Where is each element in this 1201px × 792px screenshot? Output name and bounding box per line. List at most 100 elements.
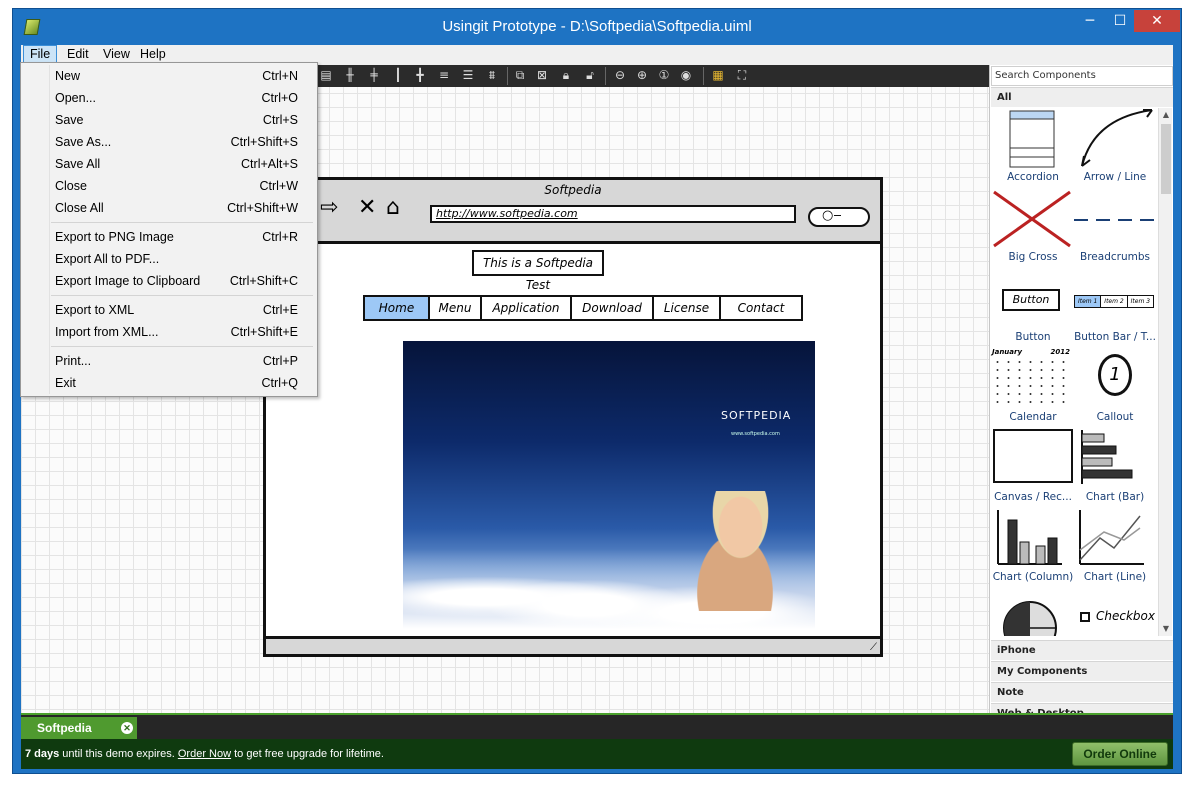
- image-brand-text: SOFTPEDIA: [721, 409, 792, 422]
- distribute-icon[interactable]: ☰: [461, 68, 475, 83]
- component-button[interactable]: Button Button: [992, 268, 1074, 348]
- align-center-icon[interactable]: ╫: [343, 68, 357, 83]
- menu-item-label: Close All: [55, 201, 104, 215]
- zoom-fit-icon[interactable]: ◉: [679, 68, 693, 83]
- file-menu-item[interactable]: Exit Ctrl+Q: [21, 372, 317, 394]
- title-bar[interactable]: Usingit Prototype - D:\Softpedia\Softped…: [13, 9, 1181, 45]
- component-big-cross[interactable]: Big Cross: [992, 188, 1074, 268]
- align-right-icon[interactable]: ╪: [367, 68, 381, 83]
- close-tab-icon[interactable]: ✕: [121, 722, 133, 734]
- component-search-input[interactable]: Search Components: [991, 66, 1173, 86]
- days-remaining: 7 days: [25, 748, 60, 760]
- file-menu-item[interactable]: New Ctrl+N: [21, 65, 317, 87]
- component-calendar[interactable]: January 2012 Calendar: [992, 348, 1074, 428]
- order-online-button[interactable]: Order Online: [1072, 742, 1168, 766]
- button-bar-item: Item 3: [1130, 298, 1151, 305]
- unlock-icon[interactable]: 🔓︎: [583, 68, 597, 83]
- minimize-button[interactable]: ─: [1076, 10, 1104, 32]
- file-menu-item[interactable]: Export Image to Clipboard Ctrl+Shift+C: [21, 270, 317, 292]
- sketch-search-field: ○‒: [808, 207, 870, 227]
- menu-item-shortcut: Ctrl+Shift+W: [227, 201, 298, 215]
- sketch-label: This is a Softpedia Test: [472, 250, 604, 292]
- component-label: Big Cross: [1008, 251, 1058, 263]
- zoom-out-icon[interactable]: ⊖: [613, 68, 627, 83]
- category-all[interactable]: All: [991, 87, 1173, 107]
- component-checkbox[interactable]: Checkbox: [1074, 588, 1156, 636]
- component-label: Chart (Line): [1083, 571, 1147, 583]
- file-menu-dropdown: New Ctrl+N Open... Ctrl+O Save Ctrl+S Save As.…: [20, 62, 318, 397]
- file-menu-item[interactable]: Export All to PDF...: [21, 248, 317, 270]
- close-button[interactable]: ✕: [1134, 10, 1180, 32]
- zoom-actual-icon[interactable]: ①: [657, 68, 671, 83]
- component-label: Button: [1015, 331, 1051, 343]
- component-chart-line[interactable]: Chart (Line): [1074, 508, 1156, 588]
- window-title: Usingit Prototype - D:\Softpedia\Softped…: [442, 18, 752, 35]
- file-menu-item[interactable]: Save As... Ctrl+Shift+S: [21, 131, 317, 153]
- calendar-grid: [992, 358, 1070, 406]
- component-label: Chart (Bar): [1085, 491, 1145, 503]
- file-menu-item[interactable]: Close Ctrl+W: [21, 175, 317, 197]
- align-left-icon[interactable]: ▤: [319, 68, 333, 83]
- scroll-down-icon[interactable]: ▼: [1159, 622, 1173, 636]
- component-accordion[interactable]: Accordion: [992, 108, 1074, 188]
- chart-line-thumb: [1079, 510, 1144, 565]
- sketch-browser-window[interactable]: Softpedia ⇨ ✕ ⌂ http://www.softpedia.com…: [263, 177, 883, 657]
- distribute-vertical-icon[interactable]: ⩩: [485, 68, 499, 83]
- category-my-components[interactable]: My Components: [991, 661, 1173, 681]
- menu-item-label: Close: [55, 179, 87, 193]
- menu-item-shortcut: Ctrl+W: [259, 179, 298, 193]
- component-canvas-rectangle[interactable]: Canvas / Rec...: [992, 428, 1074, 508]
- component-callout[interactable]: 1 Callout: [1074, 348, 1156, 428]
- lock-icon[interactable]: 🔒︎: [559, 68, 573, 83]
- file-menu-item[interactable]: Import from XML... Ctrl+Shift+E: [21, 321, 317, 343]
- component-breadcrumbs[interactable]: Breadcrumbs: [1074, 188, 1156, 268]
- status-text-1: until this demo expires.: [59, 748, 178, 760]
- file-menu-item[interactable]: Print... Ctrl+P: [21, 350, 317, 372]
- component-chart-bar[interactable]: Chart (Bar): [1074, 428, 1156, 508]
- menu-item-shortcut: Ctrl+Shift+E: [230, 325, 298, 339]
- component-button-bar[interactable]: Item 1 Item 2 Item 3 Button Bar / T...: [1074, 268, 1156, 348]
- bottom-bar: Softpedia ✕ 7 days until this demo expir…: [21, 713, 1173, 769]
- sketch-menu-home: Home: [365, 297, 430, 319]
- scroll-up-icon[interactable]: ▲: [1159, 108, 1173, 122]
- fullscreen-icon[interactable]: ⛶: [735, 68, 749, 83]
- category-iphone[interactable]: iPhone: [991, 640, 1173, 660]
- align-bottom-icon[interactable]: ≡: [437, 68, 451, 83]
- menu-item-shortcut: Ctrl+Alt+S: [241, 157, 298, 171]
- sketch-status-bar: ⟋: [266, 636, 880, 654]
- component-arrow-line[interactable]: Arrow / Line: [1074, 108, 1156, 188]
- menu-item-shortcut: Ctrl+Shift+S: [230, 135, 298, 149]
- component-label: Chart (Column): [992, 571, 1074, 583]
- category-web-desktop[interactable]: Web & Desktop: [991, 703, 1173, 713]
- menu-item-label: Save: [55, 113, 84, 127]
- checkbox-thumb: Checkbox: [1074, 588, 1156, 636]
- component-label: Calendar: [1009, 411, 1057, 423]
- file-menu-item[interactable]: Close All Ctrl+Shift+W: [21, 197, 317, 219]
- button-bar-item: Item 2: [1101, 296, 1128, 307]
- component-list: Accordion Arrow / Line Big Cross Breadcr…: [990, 108, 1158, 636]
- callout-number: 1: [1098, 354, 1132, 396]
- file-menu-item[interactable]: Export to XML Ctrl+E: [21, 299, 317, 321]
- chart-column-thumb: [997, 510, 1062, 565]
- component-chart-pie[interactable]: [992, 588, 1074, 636]
- document-tab[interactable]: Softpedia ✕: [21, 717, 137, 739]
- file-menu-item[interactable]: Open... Ctrl+O: [21, 87, 317, 109]
- maximize-button[interactable]: ☐: [1106, 10, 1134, 32]
- group-icon[interactable]: ⧉: [513, 68, 527, 83]
- file-menu-item[interactable]: Export to PNG Image Ctrl+R: [21, 226, 317, 248]
- file-menu-item[interactable]: Save All Ctrl+Alt+S: [21, 153, 317, 175]
- file-menu-item[interactable]: Save Ctrl+S: [21, 109, 317, 131]
- toolbar-separator: [605, 67, 606, 85]
- toolbar-separator: [507, 67, 508, 85]
- zoom-in-icon[interactable]: ⊕: [635, 68, 649, 83]
- sketch-menu-bar: Home Menu Application Download License C…: [363, 295, 803, 321]
- align-top-icon[interactable]: ┃: [391, 68, 405, 83]
- component-list-scrollbar[interactable]: ▲ ▼: [1158, 108, 1172, 636]
- order-now-link[interactable]: Order Now: [178, 748, 231, 760]
- ungroup-icon[interactable]: ⊠: [535, 68, 549, 83]
- category-note[interactable]: Note: [991, 682, 1173, 702]
- notes-icon[interactable]: ▦: [711, 68, 725, 83]
- scroll-thumb[interactable]: [1161, 124, 1171, 194]
- component-chart-column[interactable]: Chart (Column): [992, 508, 1074, 588]
- align-middle-icon[interactable]: ╋: [413, 68, 427, 83]
